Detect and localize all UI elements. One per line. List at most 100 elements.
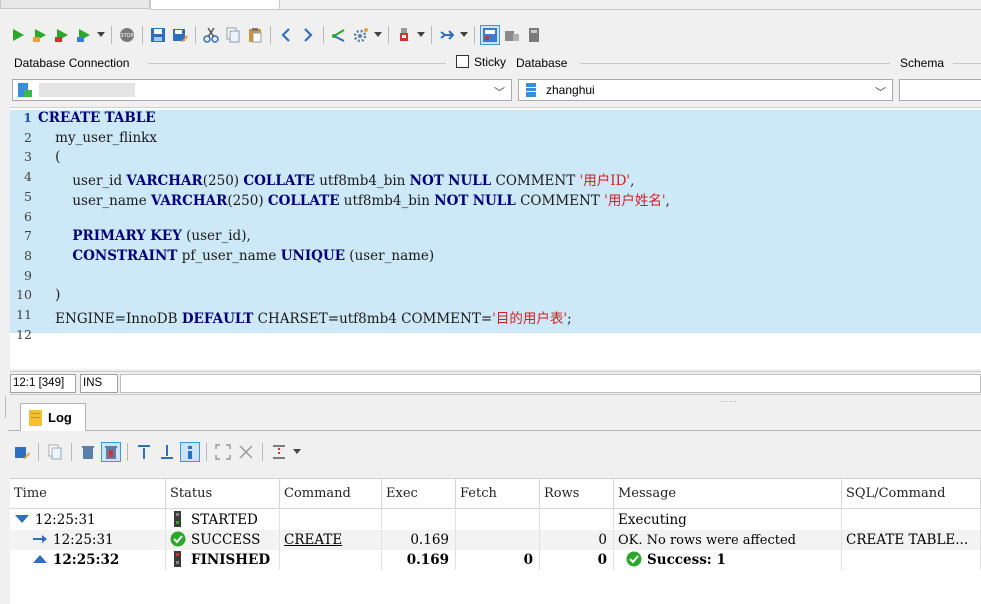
filter-dropdown-icon[interactable] — [292, 442, 302, 462]
database-connection-combo[interactable]: ﹀ — [12, 79, 512, 101]
editor-tab-inactive[interactable] — [0, 0, 150, 9]
cursor-position: 12:1 [349] — [10, 374, 76, 393]
settings-icon[interactable] — [351, 25, 371, 45]
expand-icon[interactable] — [213, 442, 233, 462]
editor-tab-active[interactable] — [150, 0, 280, 10]
settings-dropdown-icon[interactable] — [373, 25, 383, 45]
log-cell-sql — [842, 550, 981, 570]
log-cell-sql-text: CREATE TABLE... — [846, 532, 969, 548]
export-log-icon[interactable] — [12, 442, 32, 462]
connection-name-redacted — [39, 83, 135, 97]
log-cell-exec-text: 0.169 — [406, 552, 449, 568]
column-header-sql-command[interactable]: SQL/Command — [842, 479, 981, 509]
panel-misc-icon[interactable] — [524, 25, 544, 45]
editor-tab-strip — [0, 0, 981, 10]
filter-icon[interactable] — [269, 442, 289, 462]
column-header-exec[interactable]: Exec — [382, 479, 456, 509]
connection-icon — [18, 83, 32, 97]
log-cell-command: CREATE — [280, 530, 382, 550]
save-as-icon[interactable] — [170, 25, 190, 45]
column-header-fetch[interactable]: Fetch — [456, 479, 540, 509]
log-cell-fetch: 0 — [456, 550, 540, 570]
sql-editor-window: STOP Database Connection Sticky Database… — [0, 0, 981, 604]
panel-grid-icon[interactable] — [502, 25, 522, 45]
cut-icon[interactable] — [201, 25, 221, 45]
scroll-top-icon[interactable] — [134, 442, 154, 462]
paste-icon[interactable] — [245, 25, 265, 45]
panel-splitter[interactable] — [5, 396, 6, 418]
line-number: 5 — [24, 188, 32, 204]
sticky-checkbox[interactable] — [456, 55, 469, 68]
log-cell-message: Executing — [614, 510, 842, 530]
log-cell-fetch — [456, 530, 540, 550]
log-cell-message-text: Success: 1 — [647, 552, 726, 568]
log-row[interactable]: 12:25:31 STARTED Executing — [10, 510, 981, 530]
schema-combo[interactable] — [899, 79, 981, 101]
toolbar-separator — [195, 26, 196, 44]
log-cell-rows: 0 — [540, 550, 614, 570]
line-number: 10 — [16, 287, 32, 303]
tab-log[interactable]: Log — [20, 403, 86, 431]
panel-layout-icon[interactable] — [480, 25, 500, 45]
execute-icon[interactable] — [8, 25, 28, 45]
info-icon[interactable] — [180, 442, 200, 462]
tools-dropdown-icon[interactable] — [416, 25, 426, 45]
log-cell-time: 12:25:31 — [10, 530, 166, 550]
execute-script-icon[interactable] — [74, 25, 94, 45]
execute-selection-icon[interactable] — [52, 25, 72, 45]
line-number: 9 — [24, 267, 32, 283]
log-cell-command — [280, 550, 382, 570]
toolbar-separator — [38, 443, 39, 461]
toolbar-separator — [142, 26, 143, 44]
tools-icon[interactable] — [394, 25, 414, 45]
goto-dropdown-icon[interactable] — [459, 25, 469, 45]
database-icon — [526, 83, 536, 97]
line-number: 4 — [24, 169, 32, 185]
code-line: PRIMARY KEY (user_id), — [72, 228, 251, 245]
save-icon[interactable] — [148, 25, 168, 45]
log-cell-time: 12:25:31 — [10, 510, 166, 530]
svg-text:STOP: STOP — [120, 33, 133, 39]
log-cell-command-text[interactable]: CREATE — [284, 532, 342, 548]
database-combo[interactable]: zhanghui ﹀ — [518, 79, 893, 101]
log-row[interactable]: 12:25:31 SUCCESS CREATE 0.169 0 OK. No rows w… — [10, 530, 981, 550]
editor-toolbar: STOP — [8, 24, 544, 46]
column-header-rows[interactable]: Rows — [540, 479, 614, 509]
share-icon[interactable] — [329, 25, 349, 45]
log-cell-rows-text: 0 — [598, 532, 607, 548]
column-header-message[interactable]: Message — [614, 479, 842, 509]
success-icon — [170, 531, 186, 547]
execute-current-icon[interactable] — [30, 25, 50, 45]
clear-log-icon[interactable] — [78, 442, 98, 462]
goto-icon[interactable] — [437, 25, 457, 45]
forward-icon[interactable] — [298, 25, 318, 45]
chevron-down-icon[interactable]: ﹀ — [875, 84, 886, 100]
copy-log-icon[interactable] — [45, 442, 65, 462]
schema-label: Schema — [900, 56, 945, 70]
clear-all-log-icon[interactable] — [101, 442, 121, 462]
scroll-bottom-icon[interactable] — [157, 442, 177, 462]
column-header-status[interactable]: Status — [166, 479, 280, 509]
column-header-time[interactable]: Time — [10, 479, 166, 509]
stop-icon[interactable]: STOP — [117, 25, 137, 45]
line-number: 12 — [16, 326, 32, 342]
collapse-icon[interactable] — [236, 442, 256, 462]
back-icon[interactable] — [276, 25, 296, 45]
chevron-down-icon[interactable]: ﹀ — [494, 84, 505, 100]
log-cell-rows-text: 0 — [597, 552, 607, 568]
copy-icon[interactable] — [223, 25, 243, 45]
log-grid: Time Status Command Exec Fetch Rows Message SQL… — [10, 478, 981, 604]
log-cell-fetch-text: 0 — [523, 552, 533, 568]
expand-arrow-icon — [33, 555, 47, 563]
log-toolbar — [12, 441, 302, 463]
splitter-grip-icon[interactable]: ⋯⋯ — [720, 397, 738, 406]
log-cell-exec: 0.169 — [382, 550, 456, 570]
log-cell-time-text: 12:25:31 — [53, 532, 114, 548]
line-number: 3 — [24, 149, 32, 165]
toolbar-separator — [323, 26, 324, 44]
sql-editor[interactable]: 1 CREATE TABLE 2 my_user_flinkx 3 (4 user_i… — [10, 107, 981, 369]
log-row[interactable]: 12:25:32 FINISHED 0.169 0 0 Success: 1 — [10, 550, 981, 570]
column-header-command[interactable]: Command — [280, 479, 382, 509]
line-number: 11 — [16, 307, 32, 322]
execute-dropdown-icon[interactable] — [96, 25, 106, 45]
